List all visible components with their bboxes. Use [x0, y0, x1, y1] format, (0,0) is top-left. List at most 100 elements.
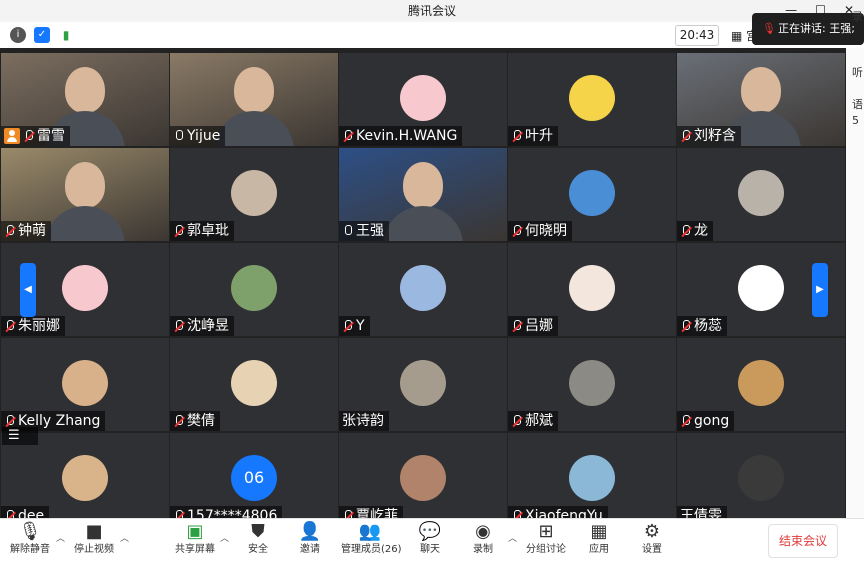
- participant-name: gong: [694, 413, 730, 429]
- participant-tile[interactable]: 郭卓玭: [170, 148, 338, 241]
- participant-name-tag: 杨蕊: [677, 316, 727, 336]
- share-screen-button[interactable]: ▣ 共享屏幕: [167, 521, 223, 557]
- participant-avatar: [738, 170, 784, 216]
- participant-tile[interactable]: 王倩雯: [677, 433, 845, 518]
- participant-name-tag: 叶升: [508, 126, 558, 146]
- prev-page-button[interactable]: ◀: [20, 263, 36, 317]
- participant-tile[interactable]: 06 157****4806: [170, 433, 338, 518]
- chat-button[interactable]: 💬 聊天: [402, 521, 458, 557]
- security-button[interactable]: ⛊ 安全: [230, 521, 286, 557]
- host-icon: [4, 128, 20, 144]
- participant-tile[interactable]: dee: [1, 433, 169, 518]
- participant-tile[interactable]: 王强: [339, 148, 507, 241]
- meeting-timer: 20:43: [675, 25, 719, 46]
- participant-tile[interactable]: Kevin.H.WANG: [339, 53, 507, 146]
- participant-name-tag: 王强: [339, 221, 389, 241]
- participant-name-tag: 雷雪: [1, 126, 70, 146]
- participant-tile[interactable]: 张诗韵: [339, 338, 507, 431]
- record-button[interactable]: ◉ 录制: [455, 521, 511, 557]
- camera-icon: ■: [85, 521, 103, 542]
- participant-name: Kevin.H.WANG: [356, 128, 458, 144]
- end-meeting-button[interactable]: 结束会议: [768, 524, 838, 558]
- participant-tile[interactable]: Yijue: [170, 53, 338, 146]
- share-screen-icon: ▣: [186, 521, 204, 542]
- mic-icon: [342, 224, 353, 238]
- breakout-rooms-button[interactable]: ⊞ 分组讨论: [518, 521, 574, 557]
- participant-tile[interactable]: Y: [339, 243, 507, 336]
- participant-tile[interactable]: 叶升: [508, 53, 676, 146]
- mic-muted-icon: [511, 414, 522, 428]
- participant-name-tag: 何晓明: [508, 221, 572, 241]
- breakout-label: 分组讨论: [526, 544, 566, 555]
- mic-muted-icon: [173, 509, 184, 518]
- participant-tile[interactable]: 樊倩: [170, 338, 338, 431]
- info-icon[interactable]: i: [10, 27, 26, 43]
- participant-tile[interactable]: 刘籽含: [677, 53, 845, 146]
- participant-name-tag: 龙: [677, 221, 713, 241]
- unmute-label: 解除静音: [10, 544, 50, 555]
- side-text: 语: [852, 98, 863, 111]
- participant-avatar: [738, 360, 784, 406]
- side-text: 5: [852, 114, 859, 127]
- person-silhouette: [65, 162, 105, 208]
- participant-name: XiaofengYu: [525, 508, 603, 518]
- mic-muted-icon: [4, 319, 15, 333]
- participant-avatar: [400, 455, 446, 501]
- speaking-text: 正在讲话: 王强;: [778, 22, 855, 35]
- mic-muted-icon: [680, 129, 691, 143]
- share-options-chevron-icon[interactable]: ︿: [220, 531, 229, 544]
- participant-tile[interactable]: 郝斌: [508, 338, 676, 431]
- record-options-chevron-icon[interactable]: ︿: [508, 531, 517, 544]
- participant-tile[interactable]: 沈峥昱: [170, 243, 338, 336]
- participant-tile[interactable]: XiaofengYu: [508, 433, 676, 518]
- record-icon: ◉: [475, 521, 491, 542]
- invite-button[interactable]: 👤 邀请: [282, 521, 338, 557]
- signal-icon[interactable]: ▮: [58, 27, 74, 43]
- person-shoulders: [45, 206, 125, 241]
- person-silhouette: [403, 162, 443, 208]
- participant-tile[interactable]: 雷雪: [1, 53, 169, 146]
- security-shield-icon: ⛊: [251, 521, 265, 542]
- list-view-icon[interactable]: ☰: [2, 427, 38, 445]
- manage-members-button[interactable]: 👥 管理成员(26): [341, 521, 402, 557]
- settings-button[interactable]: ⚙ 设置: [624, 521, 680, 557]
- participant-name-tag: Kevin.H.WANG: [339, 126, 463, 146]
- title-bar: 腾讯会议 — ☐ ✕: [0, 0, 864, 20]
- stop-video-button[interactable]: ■ 停止视频: [66, 521, 122, 557]
- participant-tile[interactable]: gong: [677, 338, 845, 431]
- shield-icon[interactable]: ✓: [34, 27, 50, 43]
- participant-name: 郭卓玭: [187, 223, 229, 239]
- participant-name: 刘籽含: [694, 128, 736, 144]
- audio-options-chevron-icon[interactable]: ︿: [56, 531, 65, 544]
- participant-name: 何晓明: [525, 223, 567, 239]
- participant-avatar: [231, 170, 277, 216]
- mic-muted-icon: [680, 414, 691, 428]
- participant-tile[interactable]: 何晓明: [508, 148, 676, 241]
- participant-tile[interactable]: 龙: [677, 148, 845, 241]
- person-shoulders: [214, 111, 294, 146]
- window-title: 腾讯会议: [407, 4, 456, 18]
- participant-name: 覃屹菲: [356, 508, 398, 518]
- unmute-button[interactable]: 🎙 解除静音: [2, 521, 58, 557]
- video-options-chevron-icon[interactable]: ︿: [120, 531, 129, 544]
- participant-avatar: [62, 455, 108, 501]
- participant-name: dee: [18, 508, 45, 518]
- mic-muted-icon: [4, 414, 15, 428]
- mic-muted-icon: [511, 224, 522, 238]
- apps-button[interactable]: ▦ 应用: [571, 521, 627, 557]
- participant-name-tag: Yijue: [170, 126, 226, 146]
- participant-tile[interactable]: Kelly Zhang: [1, 338, 169, 431]
- participant-name-tag: 朱丽娜: [1, 316, 65, 336]
- participant-avatar: [569, 360, 615, 406]
- mic-muted-icon: [680, 224, 691, 238]
- person-silhouette: [234, 67, 274, 113]
- participant-avatar: [400, 265, 446, 311]
- participant-tile[interactable]: 钟萌: [1, 148, 169, 241]
- participant-tile[interactable]: 覃屹菲: [339, 433, 507, 518]
- participant-name-tag: Y: [339, 316, 370, 336]
- participant-name-tag: 吕娜: [508, 316, 558, 336]
- participant-tile[interactable]: 吕娜: [508, 243, 676, 336]
- participant-name-tag: 刘籽含: [677, 126, 741, 146]
- participant-name-tag: 覃屹菲: [339, 506, 403, 518]
- next-page-button[interactable]: ▶: [812, 263, 828, 317]
